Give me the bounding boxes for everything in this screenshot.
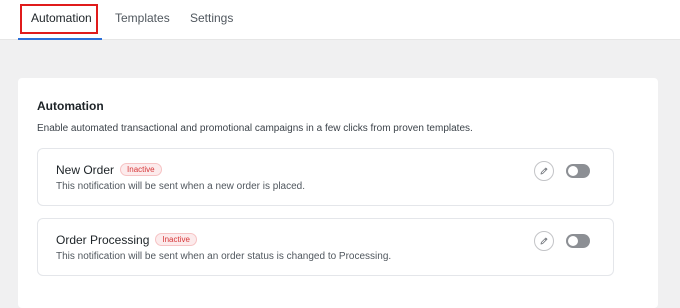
toggle-knob [568, 236, 578, 246]
status-badge: Inactive [155, 233, 197, 246]
panel-description: Enable automated transactional and promo… [37, 123, 473, 134]
status-badge: Inactive [120, 163, 162, 176]
notification-title: Order Processing [56, 233, 150, 247]
notification-title: New Order [56, 163, 115, 177]
pencil-icon [540, 167, 548, 175]
notification-description: This notification will be sent when an o… [56, 251, 392, 262]
notification-title-row: Order Processing Inactive [56, 233, 197, 247]
notification-description: This notification will be sent when a ne… [56, 181, 306, 192]
edit-button[interactable] [534, 231, 554, 251]
automation-panel: Automation Enable automated transactiona… [18, 78, 658, 308]
edit-button[interactable] [534, 161, 554, 181]
enable-toggle[interactable] [566, 164, 590, 178]
toggle-knob [568, 166, 578, 176]
top-tab-bar: Automation Templates Settings [0, 0, 680, 40]
active-tab-indicator [18, 38, 102, 40]
notification-title-row: New Order Inactive [56, 163, 162, 177]
tab-highlight-box [20, 4, 98, 34]
notification-card-order-processing: Order Processing Inactive This notificati… [37, 218, 614, 276]
pencil-icon [540, 237, 548, 245]
panel-title: Automation [37, 99, 104, 113]
tab-settings[interactable]: Settings [190, 0, 233, 40]
tab-templates[interactable]: Templates [115, 0, 170, 40]
enable-toggle[interactable] [566, 234, 590, 248]
notification-card-new-order: New Order Inactive This notification will… [37, 148, 614, 206]
